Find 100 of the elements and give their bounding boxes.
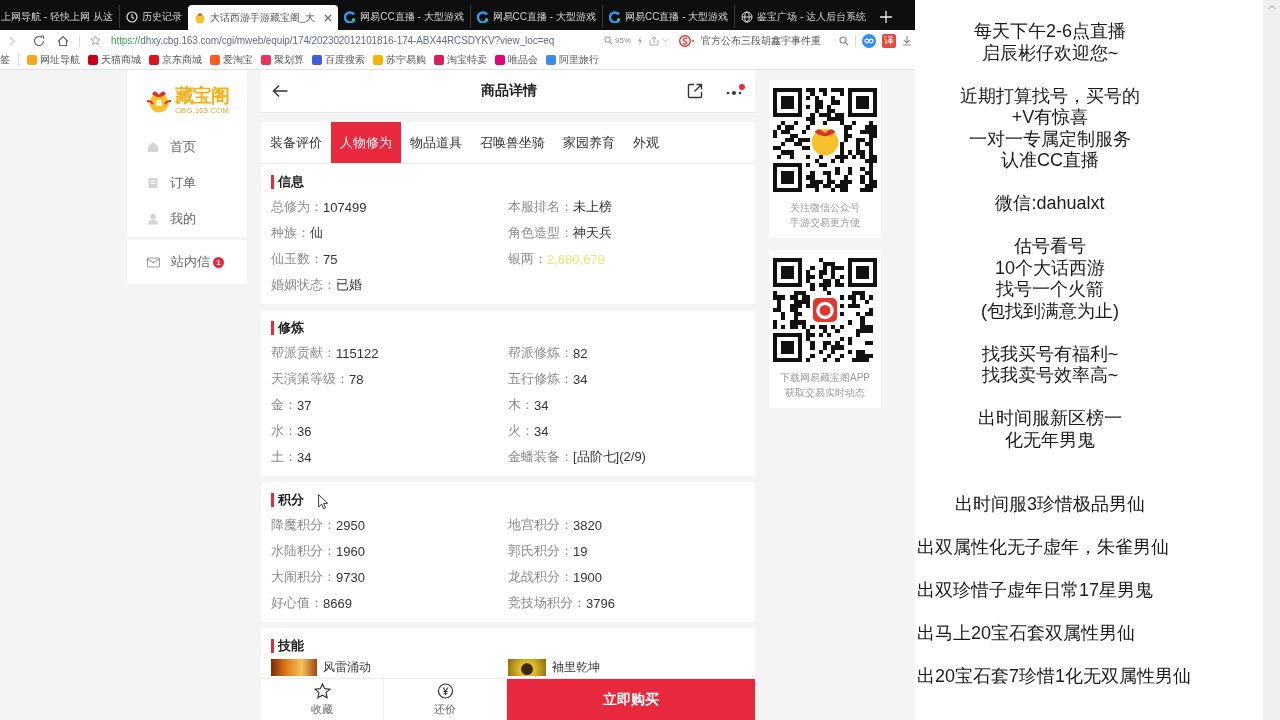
bookmark-link[interactable]: 聚划算 xyxy=(261,53,304,67)
field-label: 金： xyxy=(271,396,297,414)
note-text: 一对一专属定制服务 xyxy=(968,128,1132,150)
tab[interactable]: 家园养育 xyxy=(554,122,624,163)
bookmark-link[interactable]: 百度搜索 xyxy=(312,53,365,67)
swirl-icon xyxy=(476,10,489,23)
scrollbar[interactable] xyxy=(1263,0,1280,720)
skill-name: 袖里乾坤 xyxy=(552,658,600,676)
search-engine-icon[interactable] xyxy=(679,34,695,47)
field-label: 水陆积分： xyxy=(271,542,336,560)
sidebar-item[interactable]: 首页 xyxy=(127,129,247,165)
field-value: 115122 xyxy=(336,345,379,361)
field-value: 已婚 xyxy=(336,276,362,294)
field-label: 帮派贡献： xyxy=(271,344,336,362)
close-icon[interactable] xyxy=(324,13,333,22)
buy-now-button[interactable]: 立即购买 xyxy=(507,679,755,720)
qr-caption: 获取交易实时动态 xyxy=(785,386,865,400)
extension-icon[interactable] xyxy=(862,33,876,48)
note-text: 出双珍惜子虚年日常17星男鬼 xyxy=(917,580,1155,602)
search-icon[interactable] xyxy=(839,35,849,46)
note-text: 近期打算找号，买号的 xyxy=(959,85,1141,107)
qr-caption: 手游交易更方便 xyxy=(790,216,860,230)
share-icon[interactable] xyxy=(687,83,703,99)
browser-tab[interactable]: 历史记录 xyxy=(118,5,188,28)
note-text: 出双属性化无子虚年，朱雀男仙 xyxy=(917,537,1170,559)
field-value: 1900 xyxy=(573,569,602,585)
sidebar-item[interactable]: 订单 xyxy=(127,165,247,201)
note-text: 找我卖号效率高~ xyxy=(980,365,1120,387)
translate-button[interactable]: 译 xyxy=(882,33,896,48)
swirl-icon xyxy=(344,10,357,23)
note-text: 微信:dahualxt xyxy=(994,193,1106,215)
field-value: 34 xyxy=(573,371,588,387)
note-text: 出20宝石套7珍惜1化无双属性男仙 xyxy=(917,666,1193,688)
browser-tab[interactable]: 鉴宝广场 - 达人后台系统 xyxy=(734,5,873,28)
globe-icon xyxy=(741,10,754,23)
field-label: 帮派修炼： xyxy=(508,344,573,362)
skill-image xyxy=(271,658,317,676)
star-icon[interactable] xyxy=(90,35,101,46)
field-label: 婚姻状态： xyxy=(271,276,336,294)
browser-tab[interactable]: 网易CC直播 - 大型游戏 xyxy=(601,5,735,28)
field-value: 34 xyxy=(534,397,549,413)
field-label: 角色造型： xyxy=(508,224,573,242)
more-icon[interactable] xyxy=(725,84,745,98)
field-value: [品阶七](2/9) xyxy=(573,448,646,466)
bookmark-link[interactable]: 网址导航 xyxy=(27,53,80,67)
field-value: 36 xyxy=(297,423,312,439)
note-text: 认准CC直播 xyxy=(1000,150,1100,172)
browser-tab[interactable]: 网易CC直播 - 大型游戏 xyxy=(469,5,602,28)
field-label: 降魔积分： xyxy=(271,516,336,534)
note-text: 估号看号 xyxy=(1013,236,1087,258)
field-label: 种族： xyxy=(271,224,310,242)
field-value: 78 xyxy=(349,371,364,387)
zoom-button[interactable]: 95% xyxy=(604,36,631,45)
field-label: 大闹积分： xyxy=(271,568,336,586)
plus-icon[interactable] xyxy=(880,11,893,23)
bookmark-link[interactable]: 京东商城 xyxy=(149,53,202,67)
swirl-icon xyxy=(608,10,621,23)
note-text: 找号一个火箭 xyxy=(995,279,1105,301)
tab[interactable]: 物品道具 xyxy=(401,122,471,163)
field-value: 75 xyxy=(323,251,338,267)
bookmark-link[interactable]: 爱淘宝 xyxy=(210,53,253,67)
browser-tab[interactable]: 上网导航 - 轻快上网 从这 xyxy=(0,5,119,28)
tab[interactable]: 人物修为 xyxy=(331,122,401,163)
home-icon xyxy=(147,141,159,153)
magnifier-icon xyxy=(604,36,613,45)
note-text: 出马上20宝石套双属性男仙 xyxy=(917,623,1137,645)
notification-badge: 1 xyxy=(213,256,224,268)
sidebar-item[interactable]: 站内信 1 xyxy=(127,240,247,284)
field-label: 天演策等级： xyxy=(271,370,349,388)
section-title: 技能 xyxy=(271,639,745,653)
bookmark-link[interactable]: 唯品会 xyxy=(495,53,538,67)
bookmark-link[interactable]: 天猫商城 xyxy=(88,53,141,67)
field-label: 龙战积分： xyxy=(508,568,573,586)
field-label: 五行修炼： xyxy=(508,370,573,388)
bookmark-link[interactable]: 苏宁易购 xyxy=(373,53,426,67)
browser-tab[interactable]: 大话西游手游藏宝阁_大 xyxy=(187,5,339,30)
download-icon[interactable] xyxy=(902,35,912,46)
note-text: 10个大话西游 xyxy=(994,257,1106,279)
field-label: 郭氏积分： xyxy=(508,542,573,560)
qr-caption: 关注微信公众号 xyxy=(790,201,860,215)
bookmark-link[interactable]: 阿里旅行 xyxy=(546,53,599,67)
lightning-icon[interactable] xyxy=(637,35,643,46)
field-value: 9730 xyxy=(336,569,365,585)
bookmark-link[interactable]: 淘宝特卖 xyxy=(434,53,487,67)
sidebar-item[interactable]: 我的 xyxy=(127,201,247,237)
address-field[interactable]: https://dhxy.cbg.163.com/cgi/mweb/equip/174/202302012101816-174-ABX44RCSDYKV?view_loc=eq xyxy=(111,35,555,46)
browser-tab[interactable]: 网易CC直播 - 大型游戏 xyxy=(338,5,470,28)
field-label: 金蟠装备： xyxy=(508,448,573,466)
tab[interactable]: 外观 xyxy=(624,122,668,163)
field-label: 木： xyxy=(508,396,534,414)
tab[interactable]: 装备评价 xyxy=(261,122,331,163)
logo-title: 藏宝阁 xyxy=(175,85,229,106)
reload-icon[interactable] xyxy=(33,34,45,47)
note-text: 出时间服3珍惜极品男仙 xyxy=(954,494,1146,516)
star-icon xyxy=(313,682,331,699)
tab[interactable]: 召唤兽坐骑 xyxy=(471,122,554,163)
home-icon[interactable] xyxy=(57,34,69,47)
field-label: 总修为： xyxy=(271,198,323,216)
back-arrow-icon[interactable] xyxy=(272,84,288,98)
scroll-up-icon[interactable] xyxy=(1267,5,1276,10)
